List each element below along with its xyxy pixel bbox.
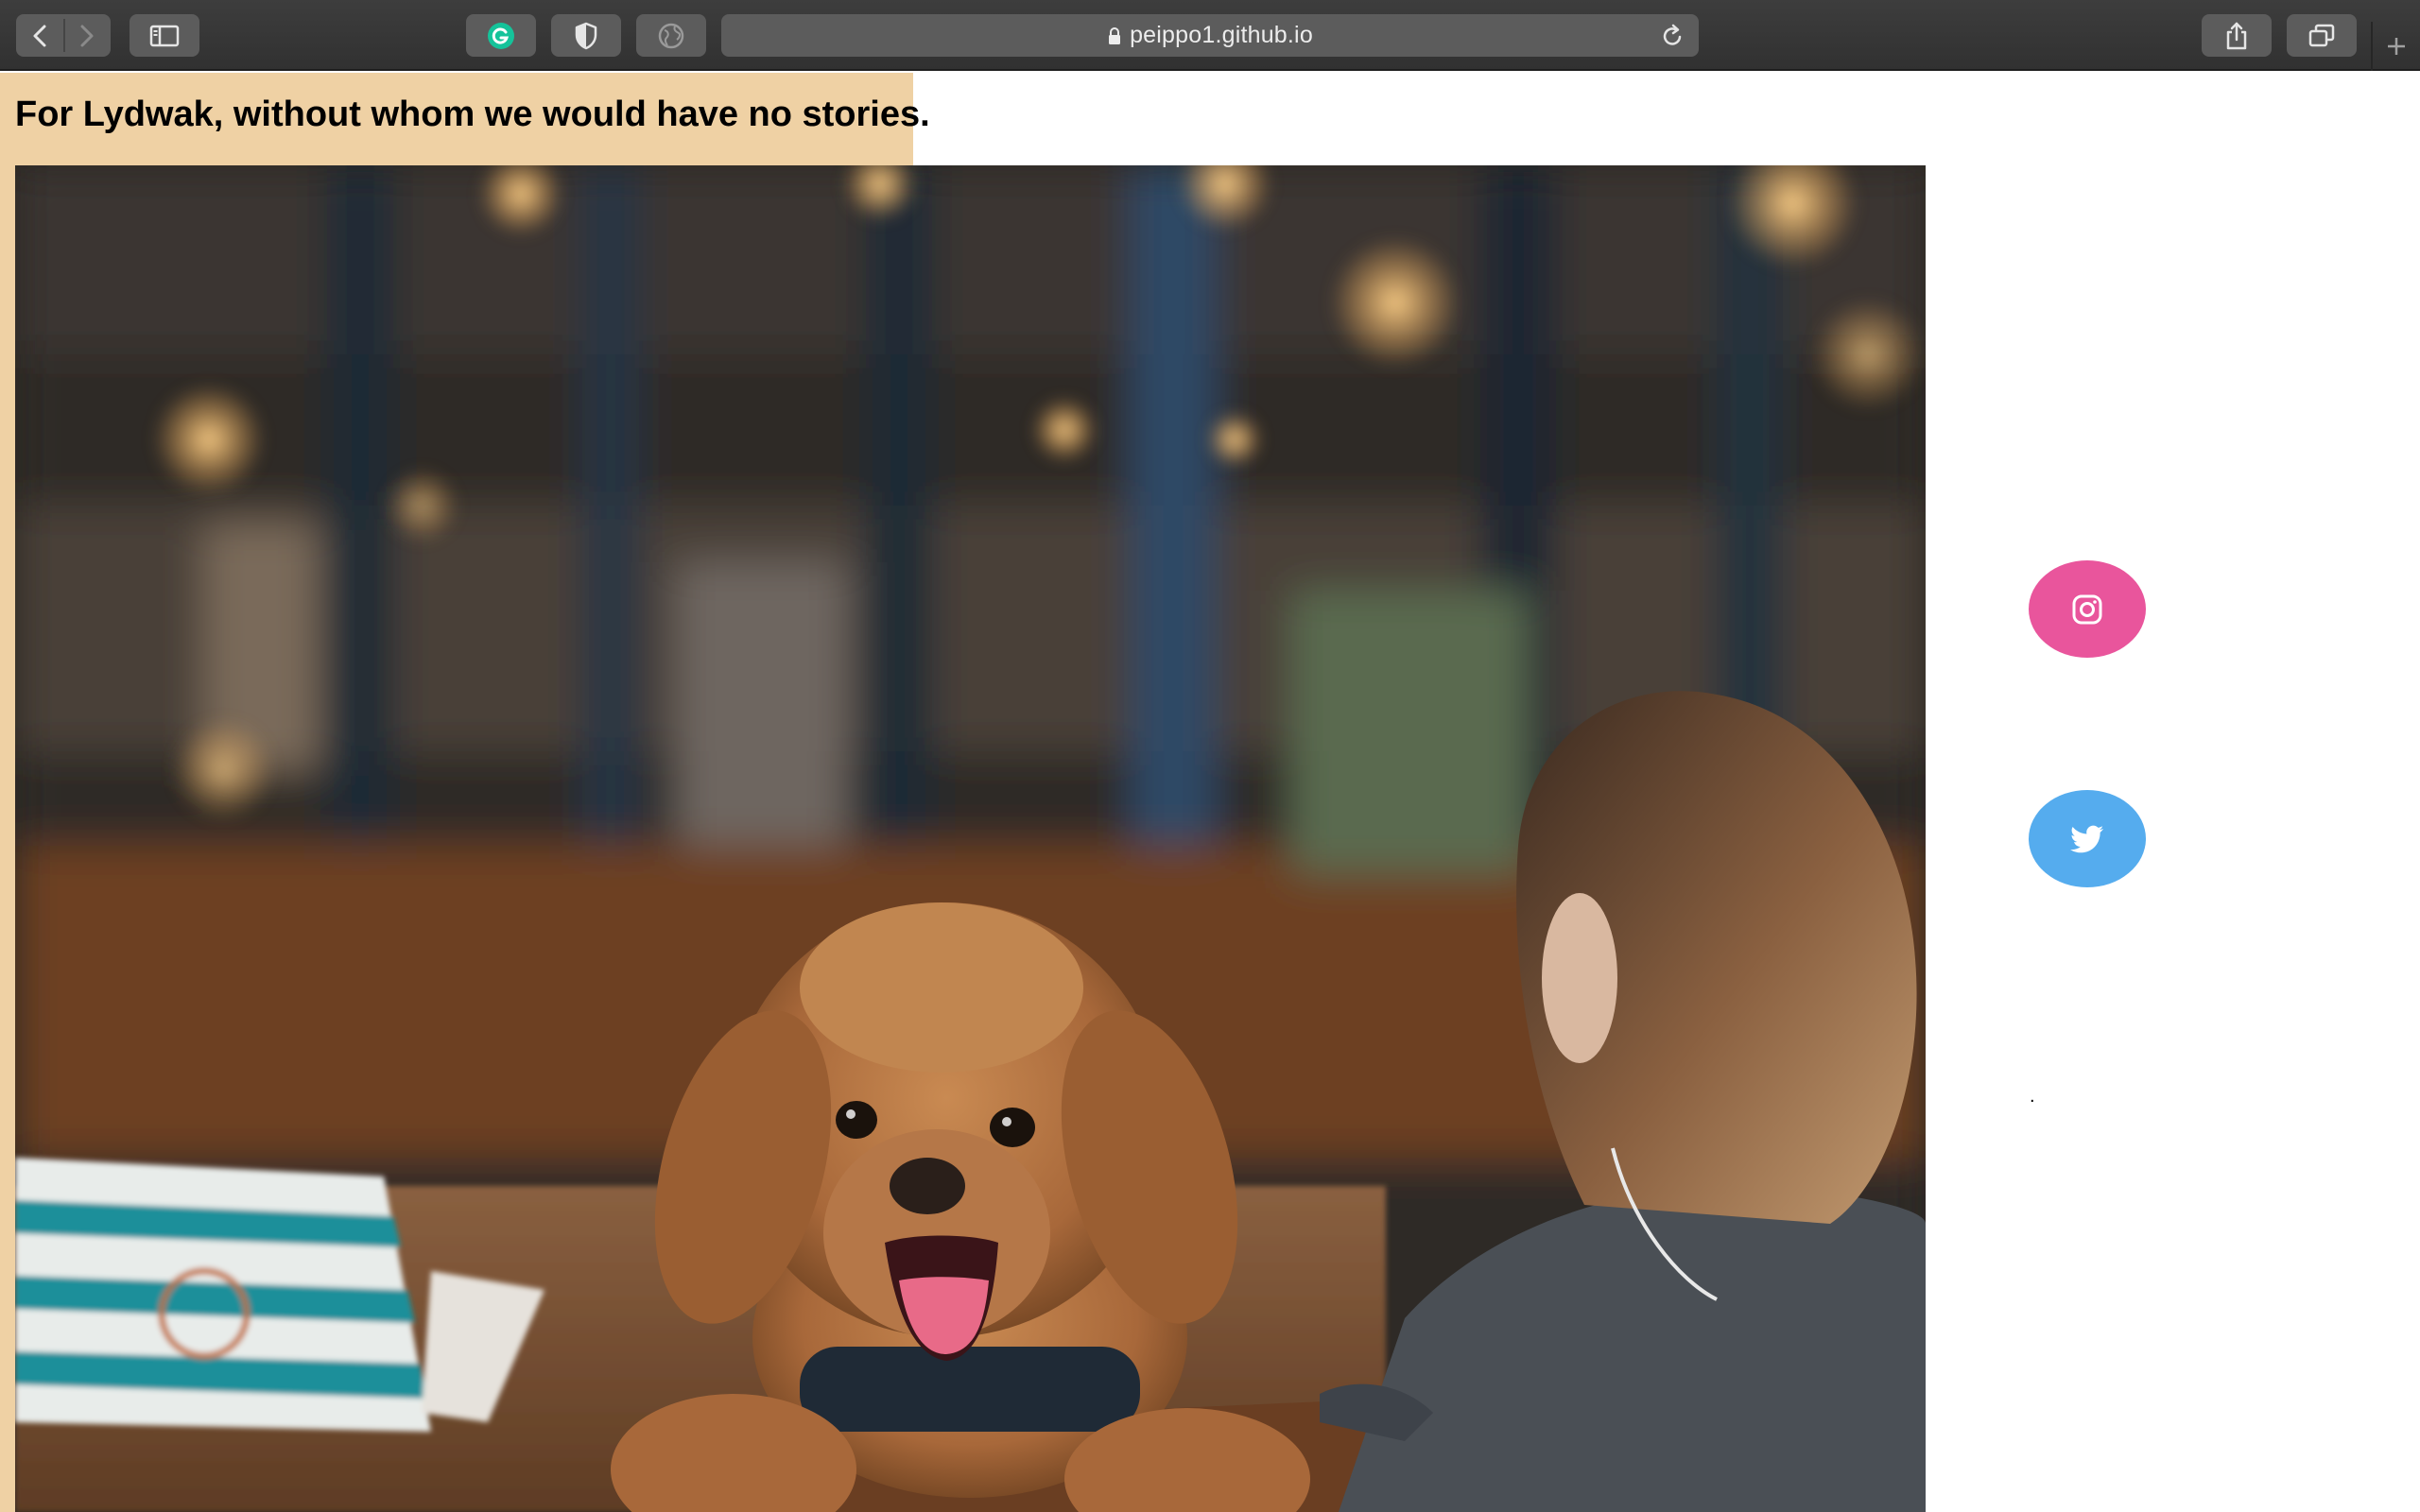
plus-icon (2388, 38, 2405, 55)
share-button[interactable] (2202, 14, 2272, 57)
globe-extension-button[interactable] (636, 14, 706, 57)
instagram-button[interactable] (2029, 560, 2146, 658)
chevron-left-icon (33, 25, 46, 46)
sidebar-button[interactable] (130, 14, 199, 57)
back-button[interactable] (16, 14, 63, 57)
twitter-button[interactable] (2029, 790, 2146, 887)
nav-divider (63, 19, 65, 52)
address-bar[interactable]: peippo1.github.io (721, 14, 1699, 57)
reload-button[interactable] (1659, 23, 1685, 49)
shield-icon (575, 22, 597, 49)
sidebar-icon (149, 25, 180, 46)
url-text: peippo1.github.io (1130, 22, 1313, 48)
dog-cafe-photo (15, 165, 1926, 1512)
left-accent-strip (0, 165, 15, 1512)
reload-icon (1663, 24, 1682, 45)
stray-dot: . (2030, 1086, 2035, 1107)
share-icon (2226, 22, 2247, 49)
web-page: For Lydwak, without whom we would have n… (0, 73, 2420, 1512)
chevron-right-icon (80, 25, 94, 46)
tabs-icon (2308, 24, 2335, 46)
navigation-buttons (16, 14, 111, 57)
globe-icon (658, 23, 684, 48)
privacy-shield-button[interactable] (551, 14, 621, 57)
new-tab-button[interactable] (2371, 22, 2420, 71)
grammarly-icon (488, 22, 514, 49)
lock-icon (1107, 26, 1122, 45)
twitter-icon (2070, 825, 2103, 852)
grammarly-button[interactable] (466, 14, 536, 57)
forward-button[interactable] (63, 14, 111, 57)
instagram-icon (2072, 594, 2102, 624)
page-heading: For Lydwak, without whom we would have n… (15, 94, 930, 134)
tab-overview-button[interactable] (2287, 14, 2357, 57)
browser-toolbar: peippo1.github.io (0, 0, 2420, 71)
